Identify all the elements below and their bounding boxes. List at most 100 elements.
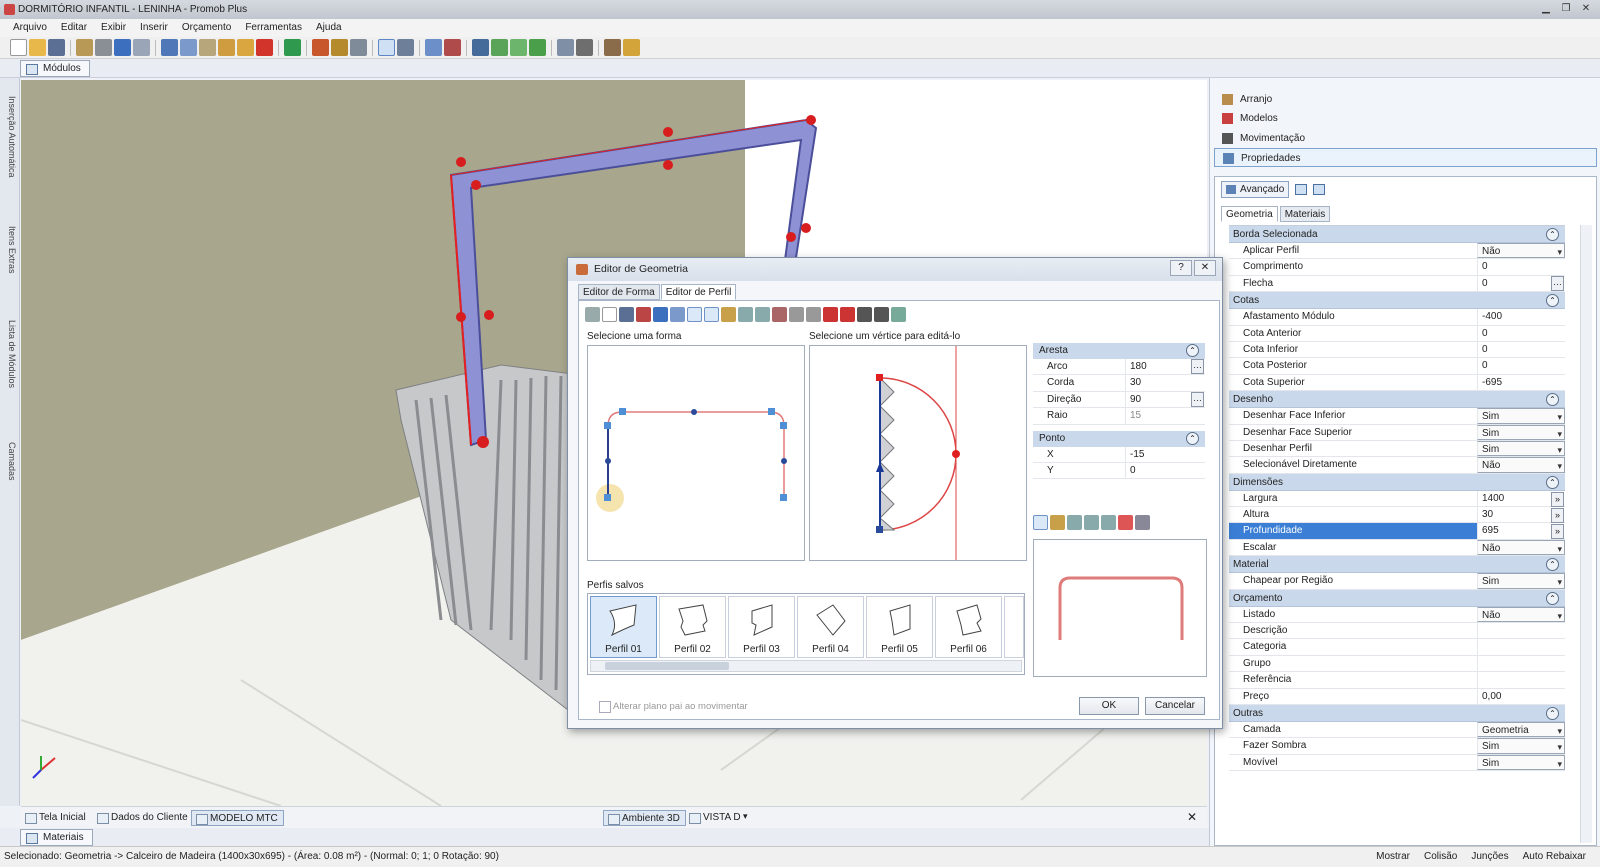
menu-ferramentas[interactable]: Ferramentas	[238, 19, 309, 37]
nav-arranjo[interactable]: Arranjo	[1214, 90, 1597, 109]
property-group[interactable]: Cotas ⌃	[1229, 292, 1565, 310]
tab-editor-de-perfil[interactable]: Editor de Perfil	[660, 284, 737, 300]
property-value[interactable]: Sim	[1477, 440, 1565, 458]
profile-item-partial[interactable]	[1004, 596, 1024, 658]
vista-dropdown[interactable]: VISTA D	[685, 810, 746, 826]
arrow-left-icon[interactable]	[510, 39, 527, 56]
arrow-right-icon[interactable]	[529, 39, 546, 56]
property-value[interactable]: Sim	[1477, 738, 1565, 756]
property-group[interactable]: Orçamento ⌃	[1229, 589, 1565, 607]
property-row[interactable]: Desenhar Perfil Sim	[1229, 440, 1565, 458]
tab-editor-de-forma[interactable]: Editor de Forma	[578, 284, 660, 300]
vista-chevron-down-icon[interactable]: ▾	[743, 811, 748, 822]
zoom-out-icon[interactable]	[1084, 514, 1099, 530]
zoom-out-icon[interactable]	[755, 306, 770, 322]
property-value[interactable]: 1400	[1477, 490, 1565, 508]
y-field[interactable]: 0	[1125, 462, 1205, 479]
menu-exibir[interactable]: Exibir	[94, 19, 133, 37]
ponto-group[interactable]: Ponto ⌃	[1033, 430, 1205, 447]
aresta-group[interactable]: Aresta ⌃	[1033, 343, 1205, 359]
flip-icon[interactable]	[857, 306, 872, 322]
export-icon[interactable]	[76, 39, 93, 56]
lasso-icon[interactable]	[350, 39, 367, 56]
close-icon[interactable]: ✕	[1578, 2, 1594, 16]
arco-field[interactable]: 180	[1125, 359, 1205, 375]
property-row[interactable]: Grupo	[1229, 655, 1565, 673]
direcao-field[interactable]: 90	[1125, 391, 1205, 408]
property-row[interactable]: Listado Não	[1229, 606, 1565, 624]
profile-item[interactable]: Perfil 04	[797, 596, 864, 658]
menu-arquivo[interactable]: Arquivo	[6, 19, 54, 37]
print-icon[interactable]	[585, 306, 600, 322]
new-icon[interactable]	[10, 39, 27, 56]
alterar-plano-checkbox[interactable]: Alterar plano pai ao movimentar	[599, 701, 748, 713]
modules-icon[interactable]	[331, 39, 348, 56]
collapse-icon[interactable]: ⌃	[1546, 294, 1559, 308]
nav-propriedades[interactable]: Propriedades	[1214, 148, 1597, 167]
shape-icon[interactable]	[1118, 514, 1133, 530]
property-value[interactable]: Não	[1477, 457, 1565, 475]
property-row[interactable]: Cota Posterior 0	[1229, 358, 1565, 375]
property-row[interactable]: Desenhar Face Superior Sim	[1229, 424, 1565, 442]
collapse-icon[interactable]: ⌃	[1186, 431, 1199, 445]
redo-icon[interactable]	[133, 39, 150, 56]
property-value[interactable]: 0	[1477, 325, 1565, 341]
property-row[interactable]: Cota Anterior 0	[1229, 325, 1565, 342]
tab-insercao-automatica[interactable]: Inserção Automática	[2, 80, 17, 200]
cube-icon[interactable]	[576, 39, 593, 56]
categorized-view-icon[interactable]	[1295, 184, 1308, 195]
nav-modelos[interactable]: Modelos	[1214, 109, 1597, 128]
property-value[interactable]: -695	[1477, 374, 1565, 391]
cut-icon[interactable]	[161, 39, 178, 56]
property-row[interactable]: Flecha 0	[1229, 275, 1565, 293]
tab-camadas[interactable]: Camadas	[2, 426, 17, 496]
property-row[interactable]: Afastamento Módulo -400	[1229, 309, 1565, 326]
open-icon[interactable]	[29, 39, 46, 56]
property-group[interactable]: Dimensões ⌃	[1229, 473, 1565, 491]
collapse-icon[interactable]: ⌃	[1546, 706, 1559, 720]
grid-icon[interactable]	[444, 39, 461, 56]
property-value[interactable]: 30	[1477, 507, 1565, 524]
juncoes-button[interactable]: Junções	[1471, 847, 1508, 867]
move-icon[interactable]	[491, 39, 508, 56]
property-row[interactable]: Fazer Sombra Sim	[1229, 738, 1565, 756]
property-group[interactable]: Borda Selecionada ⌃	[1229, 226, 1565, 243]
menu-orcamento[interactable]: Orçamento	[175, 19, 238, 37]
profile-item[interactable]: Perfil 03	[728, 596, 795, 658]
collapse-icon[interactable]: ⌃	[1546, 558, 1559, 572]
property-group[interactable]: Desenho ⌃	[1229, 391, 1565, 409]
menu-editar[interactable]: Editar	[54, 19, 94, 37]
select-icon[interactable]	[704, 306, 719, 322]
profile-item[interactable]: Perfil 01	[590, 596, 657, 658]
profile-item[interactable]: Perfil 05	[866, 596, 933, 658]
nav-movimentacao[interactable]: Movimentação	[1214, 129, 1597, 148]
property-value[interactable]: Sim	[1477, 754, 1565, 772]
minimize-icon[interactable]: ▁	[1538, 2, 1554, 16]
property-value[interactable]: 0	[1477, 358, 1565, 374]
undo-icon[interactable]	[114, 39, 131, 56]
property-value[interactable]: -400	[1477, 309, 1565, 325]
collapse-icon[interactable]: ⌃	[1546, 475, 1559, 489]
wand-icon[interactable]	[623, 39, 640, 56]
new-icon[interactable]	[602, 306, 617, 322]
vertex-remove-icon[interactable]	[806, 306, 821, 322]
property-row[interactable]: Cota Inferior 0	[1229, 341, 1565, 359]
tab-lista-de-modulos[interactable]: Lista de Módulos	[2, 304, 17, 402]
property-value[interactable]: 0	[1477, 341, 1565, 358]
edit-icon[interactable]	[687, 306, 702, 322]
select-icon[interactable]	[1033, 514, 1048, 530]
property-row[interactable]: Categoria	[1229, 639, 1565, 656]
tools-icon[interactable]	[891, 306, 906, 322]
auto-rebaixar-button[interactable]: Auto Rebaixar	[1523, 847, 1586, 867]
property-group[interactable]: Material ⌃	[1229, 556, 1565, 574]
copy-icon[interactable]	[180, 39, 197, 56]
property-row[interactable]: Camada Geometria	[1229, 721, 1565, 739]
collapse-icon[interactable]: ⌃	[1186, 344, 1199, 357]
alphabetic-view-icon[interactable]	[1313, 184, 1326, 195]
property-row[interactable]: Descrição	[1229, 623, 1565, 640]
close-view-icon[interactable]: ✕	[1187, 810, 1197, 824]
delete-icon[interactable]	[636, 306, 651, 322]
property-value[interactable]: 0	[1477, 259, 1565, 275]
property-row[interactable]: Movível Sim	[1229, 754, 1565, 772]
property-scrollbar[interactable]	[1580, 225, 1592, 843]
